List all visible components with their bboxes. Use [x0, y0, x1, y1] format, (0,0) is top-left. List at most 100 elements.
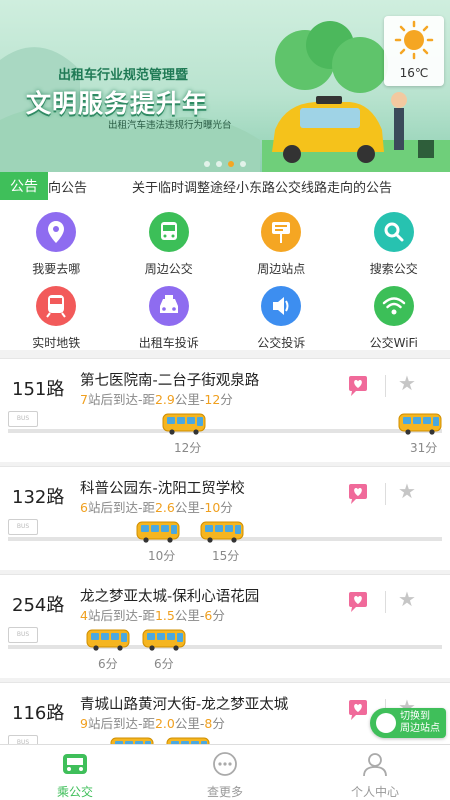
grid-item-label: 出租车投诉 — [138, 336, 199, 350]
distance-km: 1.5 — [154, 608, 175, 623]
route-card[interactable]: 254路 龙之梦亚太城-保利心语花园 4站后到达-距1.5公里-6分 ★ BUS 6分… — [0, 574, 450, 678]
route-arrival-info: 4站后到达-距1.5公里-6分 — [80, 605, 225, 624]
bus-marker-icon[interactable] — [398, 413, 442, 435]
stops-count: 7 — [80, 392, 88, 407]
tab-label: 个人中心 — [350, 785, 399, 799]
bus-station-icon: BUS — [8, 627, 38, 643]
star-icon[interactable]: ★ — [398, 481, 416, 501]
stops-count: 4 — [80, 608, 88, 623]
grid-item-location-pin[interactable]: 我要去哪 — [0, 208, 113, 282]
route-track — [8, 645, 442, 649]
weather-widget[interactable]: 16℃ — [384, 16, 444, 86]
bus-marker-icon[interactable] — [142, 629, 186, 651]
route-number: 132路 — [12, 487, 65, 508]
stops-count: 6 — [80, 500, 88, 515]
page-dot-active — [228, 161, 234, 167]
grid-item-label: 公交投诉 — [257, 336, 306, 350]
favorite-heart-icon[interactable] — [346, 591, 370, 613]
info-text: 分 — [220, 500, 233, 515]
route-name: 龙之梦亚太城-保利心语花园 — [80, 589, 260, 605]
grid-item-label: 实时地铁 — [32, 336, 81, 350]
route-arrival-info: 9站后到达-距2.0公里-8分 — [80, 713, 225, 732]
taxi-icon — [148, 286, 189, 326]
weather-temperature: 16℃ — [399, 66, 429, 80]
favorite-heart-icon[interactable] — [346, 375, 370, 397]
tab-label: 查更多 — [206, 785, 243, 799]
banner-subtitle: 出租车行业规范管理暨 — [58, 68, 189, 83]
minutes: 12 — [204, 392, 221, 407]
route-name: 科普公园东-沈阳工贸学校 — [80, 481, 245, 497]
banner-caption: 出租汽车违法违规行为曝光台 — [108, 120, 232, 131]
banner-pagination — [204, 161, 246, 167]
route-name: 青城山路黄河大街-龙之梦亚太城 — [80, 697, 289, 713]
grid-item-subway[interactable]: 实时地铁 — [0, 282, 113, 352]
speaker-icon — [261, 286, 302, 326]
distance-km: 2.6 — [154, 500, 175, 515]
bus-marker-icon[interactable] — [86, 629, 130, 651]
tab-bus-tab[interactable]: 乘公交 — [0, 745, 150, 800]
tab-label: 乘公交 — [56, 785, 93, 799]
subway-icon — [36, 286, 77, 326]
route-arrival-info: 6站后到达-距2.6公里-10分 — [80, 497, 233, 516]
banner-title: 文明服务提升年 — [26, 89, 209, 118]
grid-item-label: 周边站点 — [257, 262, 306, 276]
info-text: 公里- — [174, 608, 205, 623]
info-text: 公里- — [174, 716, 205, 731]
grid-item-bus-stop-sign[interactable]: 周边站点 — [225, 208, 338, 282]
grid-item-label: 公交WiFi — [369, 336, 418, 350]
wifi-icon — [373, 286, 414, 326]
route-card[interactable]: 151路 第七医院南-二台子街观泉路 7站后到达-距2.9公里-12分 ★ BUS 1… — [0, 358, 450, 462]
divider — [385, 375, 386, 397]
more-chat-icon — [211, 751, 239, 781]
route-card[interactable]: 132路 科普公园东-沈阳工贸学校 6站后到达-距2.6公里-10分 ★ BUS 10… — [0, 466, 450, 570]
bus-eta: 6分 — [154, 657, 174, 671]
bus-stop-sign-icon — [261, 212, 302, 252]
route-arrival-info: 7站后到达-距2.9公里-12分 — [80, 389, 233, 408]
route-number: 254路 — [12, 595, 65, 616]
bus-eta: 6分 — [98, 657, 118, 671]
info-text: 分 — [220, 392, 233, 407]
info-text: 站后到达-距 — [87, 500, 155, 515]
grid-item-taxi[interactable]: 出租车投诉 — [113, 282, 226, 352]
divider — [385, 591, 386, 613]
app-screen: 出租车行业规范管理暨 文明服务提升年 出租汽车违法违规行为曝光台 16℃ 公告 — [0, 0, 450, 800]
bus-icon — [148, 212, 189, 252]
switch-to-nearby-stops-button[interactable]: 切换到 周边站点 — [370, 708, 446, 738]
star-icon[interactable]: ★ — [398, 589, 416, 609]
bus-marker-icon[interactable] — [200, 521, 244, 543]
distance-km: 2.0 — [154, 716, 175, 731]
user-icon — [361, 751, 389, 781]
bus-tab-icon — [61, 751, 89, 781]
grid-item-label: 周边公交 — [144, 262, 193, 276]
notice-bar[interactable]: 公告 向公告 关于临时调整途经小东路公交线路走向的公告 — [0, 172, 450, 200]
star-icon[interactable]: ★ — [398, 373, 416, 393]
promo-banner[interactable]: 出租车行业规范管理暨 文明服务提升年 出租汽车违法违规行为曝光台 16℃ — [0, 0, 450, 172]
info-text: 分 — [212, 716, 225, 731]
bus-station-icon: BUS — [8, 411, 38, 427]
page-dot — [240, 161, 246, 167]
switch-label-line2: 周边站点 — [400, 723, 440, 734]
switch-label-line1: 切换到 — [400, 711, 430, 722]
notice-tag: 公告 — [0, 172, 48, 200]
tab-user[interactable]: 个人中心 — [300, 745, 450, 800]
tab-more-chat[interactable]: 查更多 — [150, 745, 300, 800]
grid-item-speaker[interactable]: 公交投诉 — [225, 282, 338, 352]
grid-item-bus[interactable]: 周边公交 — [113, 208, 226, 282]
grid-item-wifi[interactable]: 公交WiFi — [338, 282, 450, 352]
bus-eta: 10分 — [148, 549, 176, 563]
info-text: 公里- — [174, 500, 205, 515]
favorite-heart-icon[interactable] — [346, 699, 370, 721]
bottom-tab-bar: 乘公交 查更多 个人中心 — [0, 744, 450, 800]
grid-item-search[interactable]: 搜索公交 — [338, 208, 450, 282]
info-text: 站后到达-距 — [87, 608, 155, 623]
info-text: 站后到达-距 — [87, 716, 155, 731]
minutes: 10 — [204, 500, 221, 515]
stops-count: 9 — [80, 716, 88, 731]
favorite-heart-icon[interactable] — [346, 483, 370, 505]
route-name: 第七医院南-二台子街观泉路 — [80, 373, 260, 389]
notice-text[interactable]: 关于临时调整途经小东路公交线路走向的公告 — [132, 177, 392, 196]
bus-marker-icon[interactable] — [136, 521, 180, 543]
distance-km: 2.9 — [154, 392, 175, 407]
bus-station-icon: BUS — [8, 519, 38, 535]
bus-marker-icon[interactable] — [162, 413, 206, 435]
